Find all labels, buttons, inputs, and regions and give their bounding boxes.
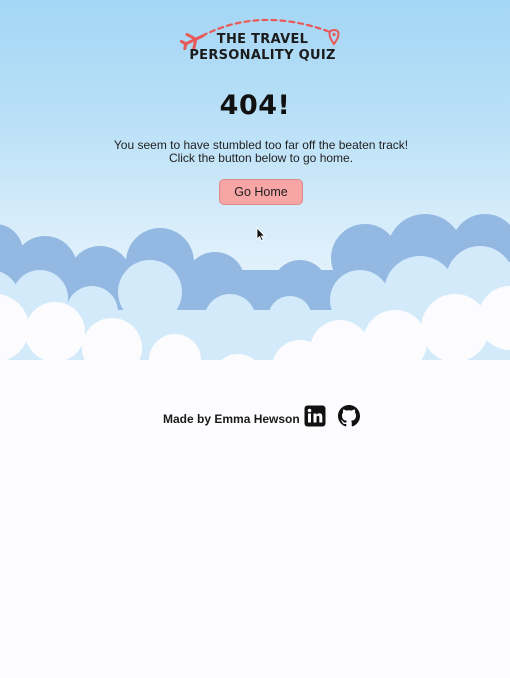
logo-text: THE TRAVEL PERSONALITY QUIZ (180, 32, 345, 64)
clouds-illustration (0, 214, 510, 420)
logo-line-2: PERSONALITY QUIZ (189, 48, 336, 63)
logo-line-1: THE TRAVEL (216, 32, 309, 47)
footer-credit: Made by Emma Hewson (163, 412, 300, 426)
error-message: You seem to have stumbled too far off th… (0, 139, 510, 165)
mouse-cursor-icon (256, 227, 266, 242)
go-home-button[interactable]: Go Home (219, 179, 303, 205)
github-link[interactable] (338, 405, 360, 427)
linkedin-icon (304, 405, 326, 427)
error-title: 404! (219, 90, 291, 121)
linkedin-link[interactable] (304, 405, 326, 427)
github-icon (338, 405, 360, 427)
error-message-line-2: Click the button below to go home. (168, 151, 354, 165)
